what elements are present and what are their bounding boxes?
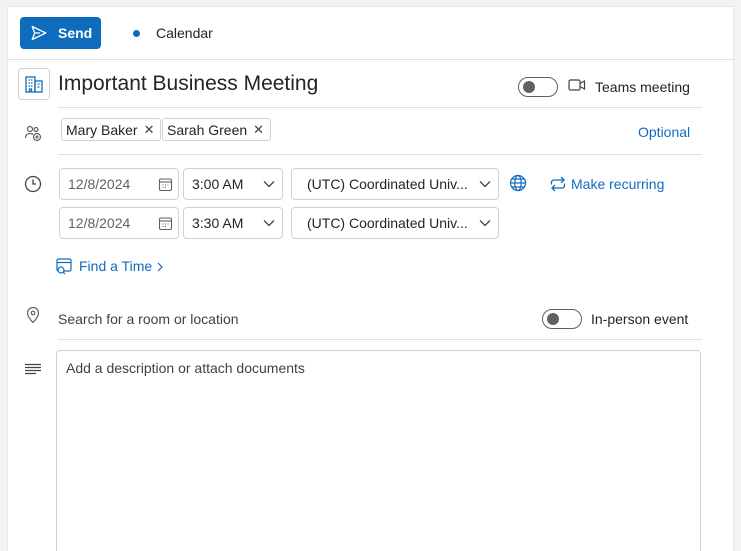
chevron-down-icon <box>256 219 282 227</box>
people-add-icon <box>24 124 42 147</box>
timezone-value: (UTC) Coordinated Univ... <box>307 215 468 231</box>
chevron-down-icon <box>256 180 282 188</box>
end-timezone-dropdown[interactable]: (UTC) Coordinated Univ... <box>291 207 499 239</box>
optional-attendees-link[interactable]: Optional <box>638 124 690 140</box>
clock-icon <box>24 175 42 198</box>
make-recurring-link[interactable]: Make recurring <box>571 176 664 192</box>
text-lines-icon <box>24 362 42 380</box>
teams-meeting-label: Teams meeting <box>595 79 690 95</box>
remove-attendee-icon[interactable]: ✕ <box>253 122 264 138</box>
attendee-name: Sarah Green <box>167 121 248 138</box>
toolbar: Send Calendar <box>8 7 733 60</box>
start-timezone-dropdown[interactable]: (UTC) Coordinated Univ... <box>291 168 499 200</box>
end-time-value: 3:30 AM <box>192 215 244 231</box>
remove-attendee-icon[interactable]: ✕ <box>144 122 155 138</box>
event-compose-panel: Send Calendar Important Business Meeting… <box>7 6 734 551</box>
find-a-time-link[interactable]: Find a Time <box>79 258 152 274</box>
in-person-event-label: In-person event <box>591 311 689 327</box>
location-pin-icon <box>25 306 41 329</box>
timezone-value: (UTC) Coordinated Univ... <box>307 176 468 192</box>
start-date-value: 12/8/2024 <box>68 176 131 192</box>
send-icon <box>30 24 48 42</box>
description-editor[interactable] <box>56 350 701 551</box>
building-icon <box>18 68 50 100</box>
divider <box>58 154 702 155</box>
event-title[interactable]: Important Business Meeting <box>58 72 318 96</box>
divider <box>58 339 702 340</box>
calendar-icon <box>152 216 178 231</box>
attendee-name: Mary Baker <box>66 121 138 138</box>
scheduling-assistant-icon <box>55 257 73 280</box>
divider <box>58 107 702 108</box>
video-camera-icon <box>568 78 586 97</box>
send-label: Send <box>58 25 93 41</box>
recurring-icon <box>549 176 567 197</box>
start-date-picker[interactable]: 12/8/2024 <box>59 168 179 200</box>
end-date-value: 12/8/2024 <box>68 215 131 231</box>
start-time-dropdown[interactable]: 3:00 AM <box>183 168 283 200</box>
calendar-icon <box>152 177 178 192</box>
chevron-down-icon <box>472 180 498 188</box>
start-time-value: 3:00 AM <box>192 176 244 192</box>
location-search-input[interactable] <box>58 309 358 329</box>
teams-meeting-toggle[interactable] <box>518 77 558 97</box>
end-date-picker[interactable]: 12/8/2024 <box>59 207 179 239</box>
in-person-event-toggle[interactable] <box>542 309 582 329</box>
globe-icon[interactable] <box>509 174 527 197</box>
attendee-chip[interactable]: Mary Baker ✕ <box>61 118 162 141</box>
attendee-chip[interactable]: Sarah Green ✕ <box>162 118 272 141</box>
calendar-color-dot <box>133 30 140 37</box>
send-button[interactable]: Send <box>20 17 101 49</box>
chevron-down-icon <box>472 219 498 227</box>
calendar-selector[interactable]: Calendar <box>156 25 213 41</box>
end-time-dropdown[interactable]: 3:30 AM <box>183 207 283 239</box>
chevron-right-icon <box>156 260 164 278</box>
